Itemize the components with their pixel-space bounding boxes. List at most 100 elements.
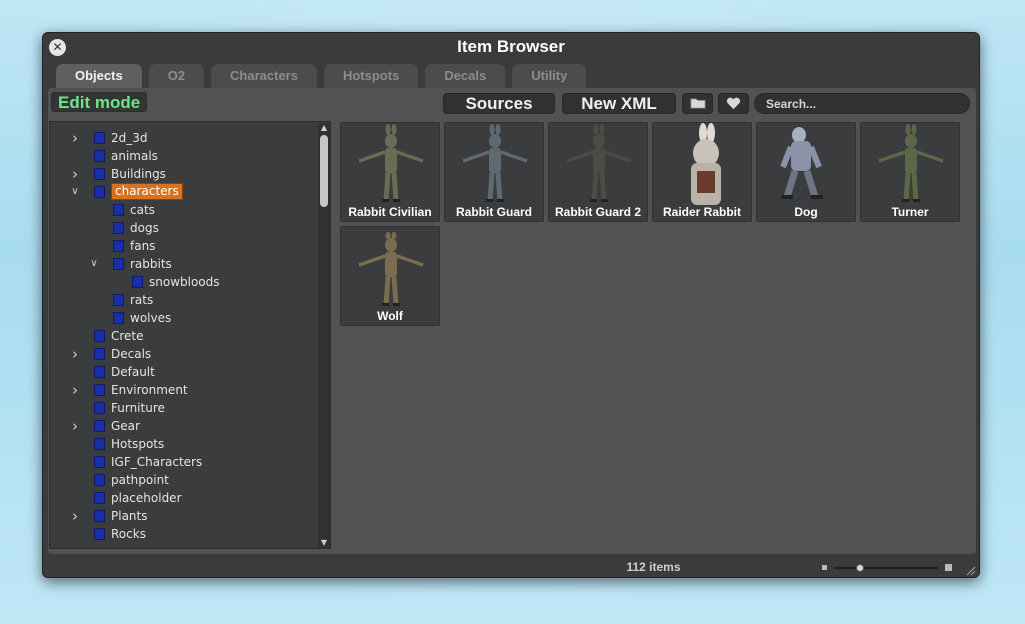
scroll-thumb[interactable] [320,135,328,207]
toolbar: Edit mode Sources New XML [48,88,976,120]
folder-icon [113,222,124,234]
folder-icon [113,294,124,306]
tree-item-label: Decals [111,347,152,361]
tree-item[interactable]: placeholder [50,489,318,507]
tab-utility[interactable]: Utility [512,64,587,88]
tree-item[interactable]: wolves [50,309,318,327]
raider-rabbit-thumbnail [653,123,751,205]
search-input[interactable] [754,93,970,114]
folder-icon [94,150,105,162]
sources-button[interactable]: Sources [443,93,555,114]
resize-grip-icon[interactable] [964,564,976,576]
tree-item[interactable]: rats [50,291,318,309]
tree-item-label: Hotspots [111,437,165,451]
scroll-down-icon[interactable]: ▼ [318,538,330,548]
tree-item-label: animals [111,149,158,163]
status-bar: 112 items [43,555,979,577]
item-card[interactable]: Turner [860,122,960,222]
tab-objects[interactable]: Objects [56,64,142,88]
category-tree: Rocks › Plants placeholder pathpoint IGF_Char… [49,121,331,549]
folder-button[interactable] [682,93,713,114]
folder-icon [113,240,124,252]
window-title: Item Browser [457,37,565,56]
tree-item[interactable]: Rocks [50,525,318,543]
tree-item[interactable]: pathpoint [50,471,318,489]
folder-icon [94,186,105,198]
titlebar: ✕ Item Browser [43,33,979,61]
tree-item[interactable]: IGF_Characters [50,453,318,471]
item-label: Wolf [377,309,403,323]
chevron-right-icon[interactable]: › [69,165,81,183]
tree-item[interactable]: › Gear [50,417,318,435]
item-card[interactable]: Rabbit Guard [444,122,544,222]
tree-item-label: wolves [130,311,172,325]
tree-item-label: IGF_Characters [111,455,203,469]
item-grid: Rabbit Civilian Rabbit Guard Rabbit Guard … [339,121,971,549]
wolf-thumbnail [341,227,439,309]
tree-item[interactable]: Furniture [50,399,318,417]
tree-item-label: characters [111,183,183,200]
chevron-right-icon[interactable]: › [69,381,81,399]
tree-item-label: Gear [111,419,140,433]
item-browser-window: ✕ Item Browser Objects O2 Characters Hot… [42,32,980,578]
chevron-right-icon[interactable]: › [69,129,81,147]
tab-o2[interactable]: O2 [148,64,205,88]
folder-icon [94,132,105,144]
folder-icon [94,420,105,432]
heart-icon [726,97,741,110]
tree-item[interactable]: › Buildings [50,165,318,183]
tree-item[interactable]: Default [50,363,318,381]
tree-item[interactable]: Crete [50,327,318,345]
item-card[interactable]: Wolf [340,226,440,326]
item-label: Raider Rabbit [662,205,741,219]
tree-item[interactable]: snowbloods [50,273,318,291]
tree-item[interactable]: ∨ rabbits [50,255,318,273]
tree-item-label: snowbloods [149,275,220,289]
tree-item[interactable]: Hotspots [50,435,318,453]
folder-icon [113,312,124,324]
item-label: Rabbit Civilian [348,205,432,219]
favorites-button[interactable] [718,93,749,114]
folder-icon [94,348,105,360]
tree-item[interactable]: animals [50,147,318,165]
tree-item[interactable]: › Decals [50,345,318,363]
tree-item[interactable]: › Environment [50,381,318,399]
folder-icon [94,384,105,396]
zoom-track[interactable] [834,567,938,569]
scroll-up-icon[interactable]: ▲ [318,123,330,133]
tree-item-label: Plants [111,509,148,523]
item-card[interactable]: Dog [756,122,856,222]
tree-scrollbar[interactable]: ▲ ▼ [318,123,330,548]
folder-icon [113,204,124,216]
tree-item[interactable]: dogs [50,219,318,237]
tab-decals[interactable]: Decals [425,64,506,88]
chevron-right-icon[interactable]: › [69,417,81,435]
item-card[interactable]: Rabbit Civilian [340,122,440,222]
tab-bar: Objects O2 Characters Hotspots Decals Ut… [56,64,587,88]
tab-characters[interactable]: Characters [211,64,317,88]
folder-icon [94,474,105,486]
tree-item-label: 2d_3d [111,131,148,145]
folder-icon [94,492,105,504]
rabbit-guard-2-thumbnail [549,123,647,205]
tree-item-label: Buildings [111,167,166,181]
chevron-down-icon[interactable]: ∨ [88,255,100,273]
tree-item[interactable]: cats [50,201,318,219]
tree-item[interactable]: › 2d_3d [50,129,318,147]
tab-hotspots[interactable]: Hotspots [323,64,419,88]
zoom-knob[interactable] [856,564,864,572]
tree-item-label: Crete [111,329,144,343]
chevron-right-icon[interactable]: › [69,507,81,525]
tree-item-label: rats [130,293,154,307]
tree-item[interactable]: › Plants [50,507,318,525]
zoom-slider[interactable] [822,563,952,573]
folder-icon [113,258,124,270]
chevron-down-icon[interactable]: ∨ [69,183,81,201]
tree-item[interactable]: ∨ characters [50,183,318,201]
item-card[interactable]: Raider Rabbit [652,122,752,222]
edit-mode-toggle[interactable]: Edit mode [51,92,148,112]
chevron-right-icon[interactable]: › [69,345,81,363]
new-xml-button[interactable]: New XML [562,93,676,114]
item-card[interactable]: Rabbit Guard 2 [548,122,648,222]
tree-item[interactable]: fans [50,237,318,255]
